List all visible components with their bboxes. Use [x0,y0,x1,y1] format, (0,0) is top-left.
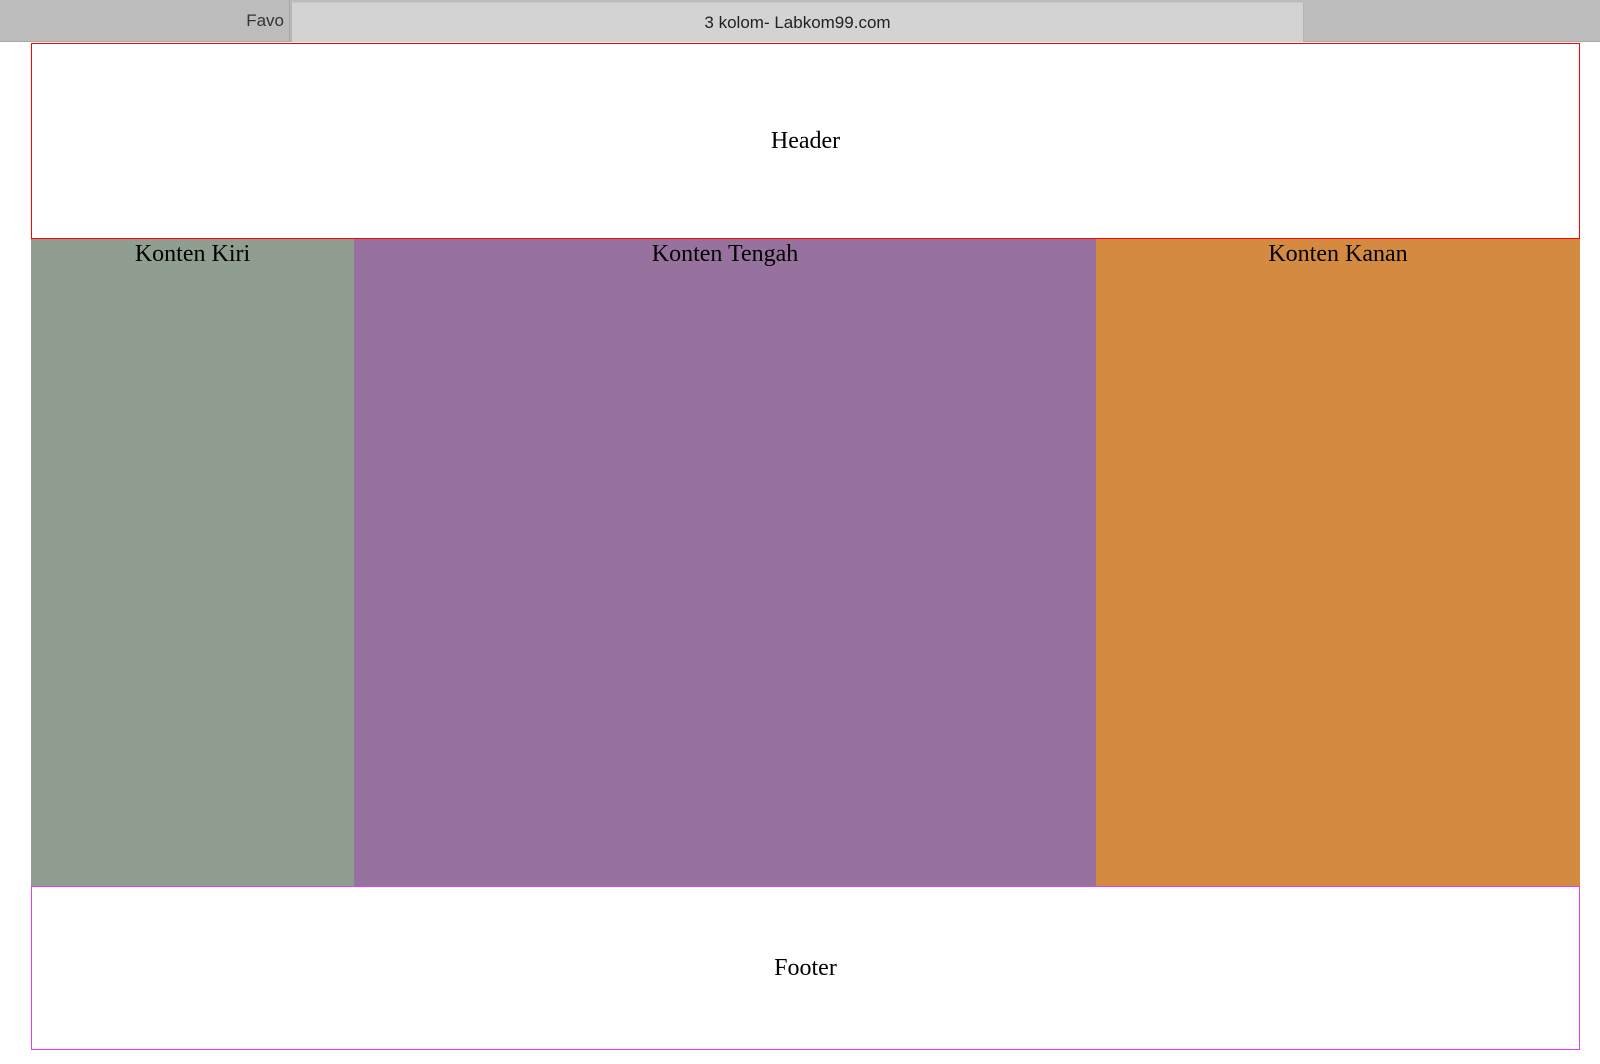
content-left-label: Konten Kiri [134,241,251,267]
browser-tab-bar: Favo 3 kolom- Labkom99.com [0,0,1600,42]
page-footer: Footer [31,886,1580,1050]
tab-active[interactable]: 3 kolom- Labkom99.com [291,2,1304,42]
page-footer-label: Footer [774,954,837,981]
content-right-label: Konten Kanan [1268,241,1408,267]
tab-favorites-label: Favo [246,11,284,30]
tab-favorites[interactable]: Favo [0,0,290,42]
page-header-label: Header [770,127,841,154]
content-center-label: Konten Tengah [651,241,799,267]
content-center-column: Konten Tengah [354,239,1096,886]
content-right-column: Konten Kanan [1096,239,1580,886]
page-header: Header [31,43,1580,239]
content-left-column: Konten Kiri [31,239,354,886]
tab-active-label: 3 kolom- Labkom99.com [704,12,891,32]
